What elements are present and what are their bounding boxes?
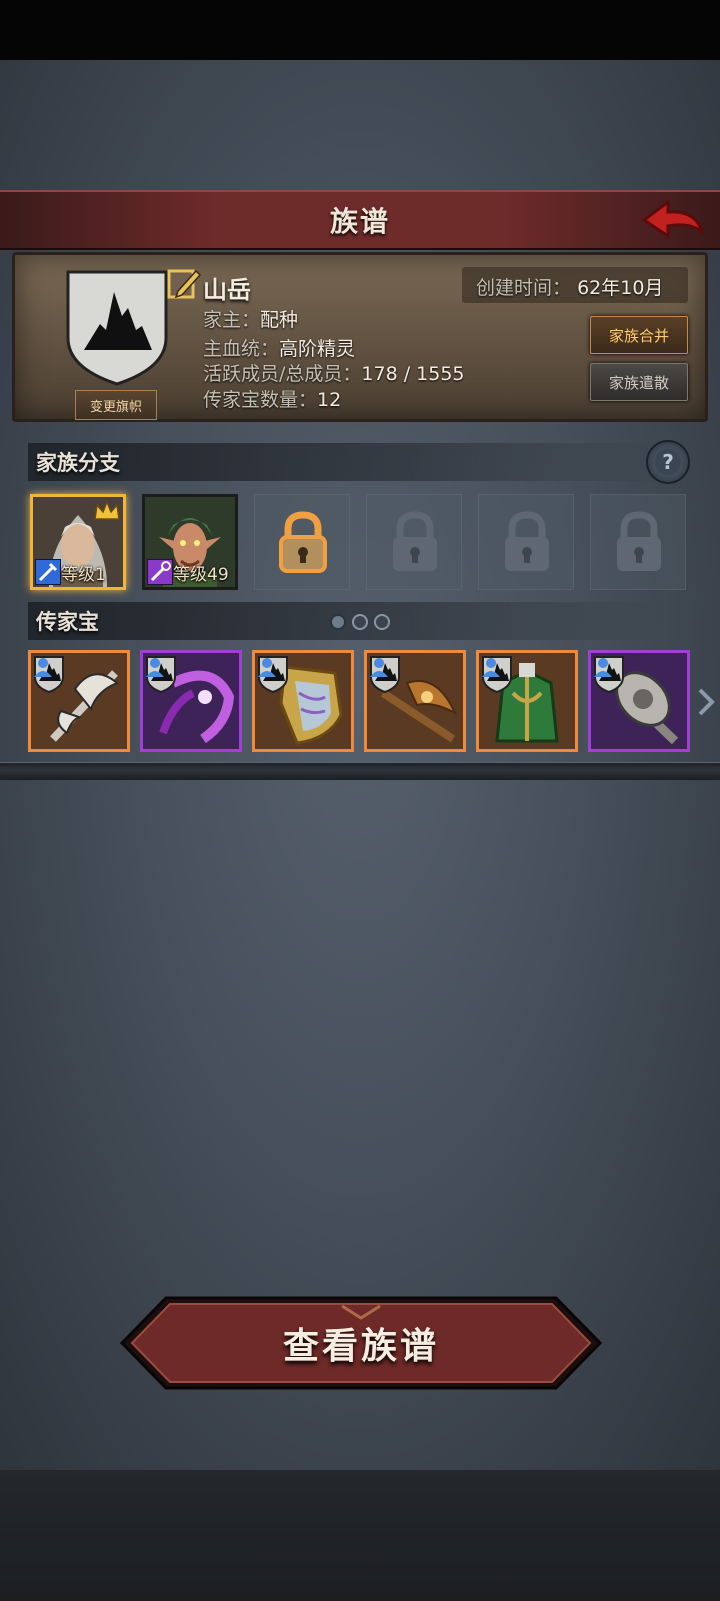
branch-slot-locked [590, 494, 686, 590]
created-value: 62年10月 [577, 277, 664, 299]
view-family-tree-button[interactable] [120, 1296, 602, 1390]
branch-slot-1[interactable]: 等级1 [30, 494, 126, 590]
help-button[interactable]: ? [646, 440, 690, 484]
page-title: 族谱 [329, 205, 390, 238]
chevron-right-icon[interactable] [694, 684, 718, 720]
heirlooms-title: 传家宝 [36, 610, 99, 634]
branch-slot-locked [478, 494, 574, 590]
heirloom-item-5[interactable] [476, 650, 578, 752]
family-disband-button[interactable]: 家族遣散 [590, 363, 688, 401]
leader-value: 配种 [260, 309, 299, 331]
heirloom-item-3[interactable] [252, 650, 354, 752]
section-divider [0, 762, 720, 780]
members-row: 活跃成员/总成员：178 / 1555 [203, 359, 465, 386]
created-label: 创建时间： [476, 277, 572, 299]
person-icon [34, 658, 52, 677]
person-icon [594, 658, 612, 677]
members-label: 活跃成员/总成员： [203, 363, 362, 385]
branch-slot-2[interactable]: 等级49 [142, 494, 238, 590]
branches-title: 家族分支 [36, 451, 120, 475]
person-icon [146, 658, 164, 677]
members-value: 178 / 1555 [361, 363, 465, 385]
leader-row: 家主：配种 [203, 305, 298, 332]
title-bar: 族谱 [0, 190, 720, 250]
branch-slot-unlockable[interactable] [254, 494, 350, 590]
padlock-icon [505, 511, 549, 571]
family-merge-button[interactable]: 家族合并 [590, 316, 688, 354]
branches-header: 家族分支 [28, 443, 668, 481]
family-name: 山岳 [203, 276, 251, 304]
status-bar [0, 0, 720, 60]
heirloom-count-value: 12 [317, 389, 342, 411]
person-icon [482, 658, 500, 677]
family-banner-icon[interactable] [64, 268, 170, 386]
question-icon: ? [655, 449, 681, 475]
heirloom-item-4[interactable] [364, 650, 466, 752]
sword-icon [35, 559, 61, 585]
bloodline-label: 主血统： [203, 338, 280, 360]
bottom-band [0, 1470, 720, 1601]
svg-text:?: ? [662, 450, 674, 474]
change-banner-button[interactable]: 变更旗帜 [75, 390, 157, 420]
edit-icon[interactable] [166, 265, 202, 301]
person-icon [370, 658, 388, 677]
branch-slot-locked [366, 494, 462, 590]
bloodline-row: 主血统：高阶精灵 [203, 334, 355, 361]
branch-level: 等级49 [173, 565, 229, 585]
branch-level: 等级1 [61, 565, 106, 585]
heirloom-item-2[interactable] [140, 650, 242, 752]
heirloom-item-1[interactable] [28, 650, 130, 752]
leader-label: 家主： [203, 309, 261, 331]
padlock-icon [279, 511, 327, 573]
crown-icon [94, 499, 120, 520]
staff-icon [147, 559, 173, 585]
back-arrow-icon[interactable] [640, 196, 706, 244]
heirloom-count-label: 传家宝数量： [203, 389, 318, 411]
page-indicator [330, 614, 390, 630]
created-date: 创建时间： 62年10月 [476, 273, 663, 300]
bloodline-value: 高阶精灵 [279, 338, 356, 360]
heirloom-item-6[interactable] [588, 650, 690, 752]
padlock-icon [617, 511, 661, 571]
padlock-icon [393, 511, 437, 571]
person-icon [258, 658, 276, 677]
heirloom-count-row: 传家宝数量：12 [203, 385, 341, 412]
